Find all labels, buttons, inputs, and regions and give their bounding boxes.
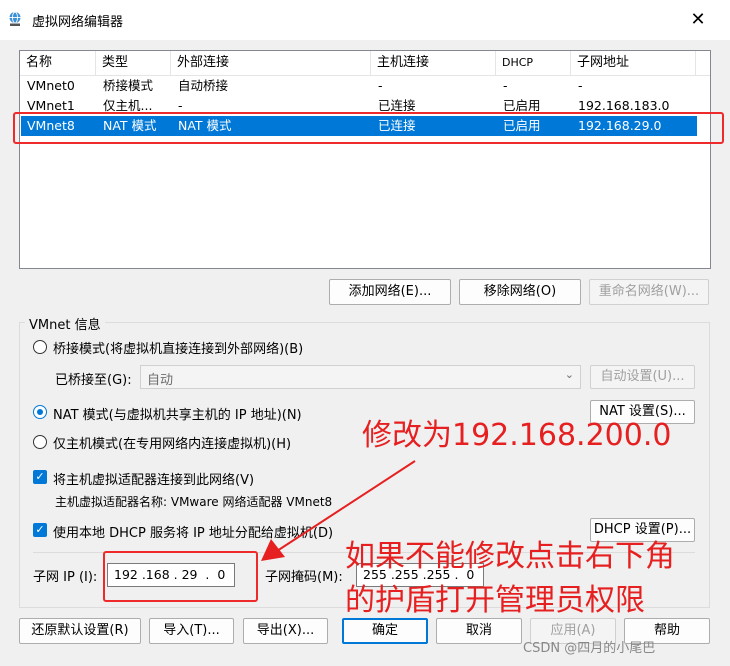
import-button[interactable]: 导入(T)... — [149, 618, 234, 644]
hostonly-radio[interactable] — [33, 435, 47, 449]
close-button[interactable]: ✕ — [683, 6, 713, 34]
row-type: 桥接模式 — [103, 78, 154, 93]
bridged-to-value: 自动 — [147, 373, 174, 388]
subnet-mask-label: 子网掩码(M): — [265, 570, 343, 585]
add-network-button[interactable]: 添加网络(E)... — [329, 279, 451, 305]
watermark: CSDN @四月的小尾巴 — [523, 641, 656, 656]
table-row[interactable]: VMnet0 桥接模式 自动桥接 - - - — [21, 76, 697, 96]
connect-adapter-checkbox[interactable]: ✓ — [33, 470, 47, 484]
row-dhcp: - — [503, 78, 508, 93]
export-button[interactable]: 导出(X)... — [243, 618, 328, 644]
bridged-mode-label: 桥接模式(将虚拟机直接连接到外部网络)(B) — [53, 342, 304, 357]
window-title: 虚拟网络编辑器 — [32, 15, 124, 30]
network-list[interactable]: 名称 类型 外部连接 主机连接 DHCP 子网地址 VMnet0 桥接模式 自动… — [19, 50, 711, 269]
auto-settings-button[interactable]: 自动设置(U)... — [590, 365, 695, 389]
row-subnet: - — [578, 78, 583, 93]
use-dhcp-checkbox[interactable]: ✓ — [33, 523, 47, 537]
column-header-type[interactable]: 类型 — [96, 51, 171, 75]
highlight-box-selected-row — [13, 112, 724, 144]
column-header-name[interactable]: 名称 — [20, 51, 96, 75]
row-name: VMnet0 — [27, 78, 75, 93]
bridged-to-label: 已桥接至(G): — [55, 373, 132, 388]
network-globe-icon — [9, 11, 21, 26]
column-header-host[interactable]: 主机连接 — [371, 51, 496, 75]
remove-network-button[interactable]: 移除网络(O) — [459, 279, 581, 305]
annotation-admin-line1: 如果不能修改点击右下角 — [345, 539, 675, 574]
list-header: 名称 类型 外部连接 主机连接 DHCP 子网地址 — [20, 51, 710, 76]
cancel-button[interactable]: 取消 — [436, 618, 522, 644]
annotation-admin-line2: 的护盾打开管理员权限 — [345, 583, 645, 618]
row-host: - — [378, 78, 383, 93]
bridged-to-select[interactable]: 自动 ⌄ — [140, 365, 581, 389]
nat-mode-label: NAT 模式(与虚拟机共享主机的 IP 地址)(N) — [53, 408, 302, 423]
row-external: 自动桥接 — [178, 78, 229, 93]
restore-defaults-button[interactable]: 还原默认设置(R) — [19, 618, 141, 644]
annotation-change-to: 修改为192.168.200.0 — [362, 418, 672, 453]
bridged-radio[interactable] — [33, 340, 47, 354]
highlight-box-subnet-ip — [103, 551, 258, 602]
column-header-subnet[interactable]: 子网地址 — [571, 51, 696, 75]
vmnet-info-title: VMnet 信息 — [25, 314, 105, 333]
hostonly-mode-label: 仅主机模式(在专用网络内连接虚拟机)(H) — [53, 437, 292, 452]
nat-radio[interactable] — [33, 405, 47, 419]
column-header-dhcp[interactable]: DHCP — [496, 51, 571, 75]
subnet-ip-label: 子网 IP (I): — [33, 570, 98, 585]
ok-button[interactable]: 确定 — [342, 618, 428, 644]
chevron-down-icon: ⌄ — [564, 368, 574, 381]
column-header-external[interactable]: 外部连接 — [171, 51, 371, 75]
rename-network-button[interactable]: 重命名网络(W)... — [589, 279, 709, 305]
connect-adapter-label: 将主机虚拟适配器连接到此网络(V) — [53, 473, 255, 488]
